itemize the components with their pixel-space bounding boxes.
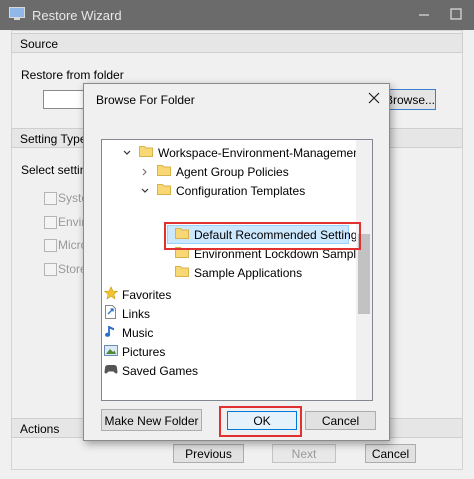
saved-games-icon bbox=[104, 365, 118, 374]
highlight-default-settings bbox=[164, 222, 361, 250]
links-icon bbox=[105, 305, 116, 319]
tree-item-saved-games-label: Saved Games bbox=[122, 364, 199, 378]
chevron-down-icon[interactable] bbox=[122, 148, 132, 158]
restore-from-label: Restore from folder bbox=[21, 68, 124, 82]
folder-icon bbox=[157, 165, 171, 176]
tree-item-agent-group-label: Agent Group Policies bbox=[176, 165, 289, 179]
checkbox-system[interactable] bbox=[44, 192, 57, 205]
previous-button[interactable]: Previous bbox=[173, 444, 244, 463]
dialog-cancel-button[interactable]: Cancel bbox=[305, 411, 376, 430]
checkbox-storefront[interactable] bbox=[44, 263, 57, 276]
tree-scrollbar[interactable] bbox=[356, 140, 372, 400]
tree-item-links-label: Links bbox=[122, 307, 151, 321]
wizard-app-icon bbox=[9, 7, 25, 20]
checkbox-environment[interactable] bbox=[44, 216, 57, 229]
minimize-icon[interactable] bbox=[415, 7, 433, 21]
star-icon bbox=[104, 286, 118, 300]
chevron-right-icon[interactable] bbox=[140, 167, 150, 177]
tree-item-pictures-label: Pictures bbox=[122, 345, 166, 359]
highlight-ok-button bbox=[219, 406, 302, 437]
wizard-title: Restore Wizard bbox=[32, 8, 122, 23]
maximize-icon[interactable] bbox=[447, 7, 465, 21]
folder-tree[interactable]: Workspace-Environment-Management Agent G… bbox=[101, 139, 373, 401]
pictures-icon bbox=[104, 345, 118, 356]
tree-item-config-templates-label: Configuration Templates bbox=[176, 184, 306, 198]
browse-folder-dialog: Browse For Folder Workspace-Environment-… bbox=[83, 83, 390, 441]
tree-item-favorites-label: Favorites bbox=[122, 288, 172, 302]
source-section-header: Source bbox=[11, 33, 463, 53]
tree-item-music-label: Music bbox=[122, 326, 154, 340]
make-new-folder-button[interactable]: Make New Folder bbox=[101, 409, 202, 431]
checkbox-microsoft[interactable] bbox=[44, 239, 57, 252]
tree-item-root-label: Workspace-Environment-Management bbox=[158, 146, 364, 160]
folder-icon bbox=[175, 266, 189, 277]
tree-item-sample-apps-label: Sample Applications bbox=[194, 266, 303, 280]
chevron-down-icon[interactable] bbox=[140, 186, 150, 196]
wizard-cancel-button[interactable]: Cancel bbox=[365, 444, 416, 463]
music-icon bbox=[105, 326, 114, 337]
folder-icon bbox=[139, 146, 153, 157]
dialog-title: Browse For Folder bbox=[96, 93, 195, 107]
close-icon[interactable] bbox=[366, 90, 382, 106]
folder-icon bbox=[157, 184, 171, 195]
next-button[interactable]: Next bbox=[272, 444, 336, 463]
